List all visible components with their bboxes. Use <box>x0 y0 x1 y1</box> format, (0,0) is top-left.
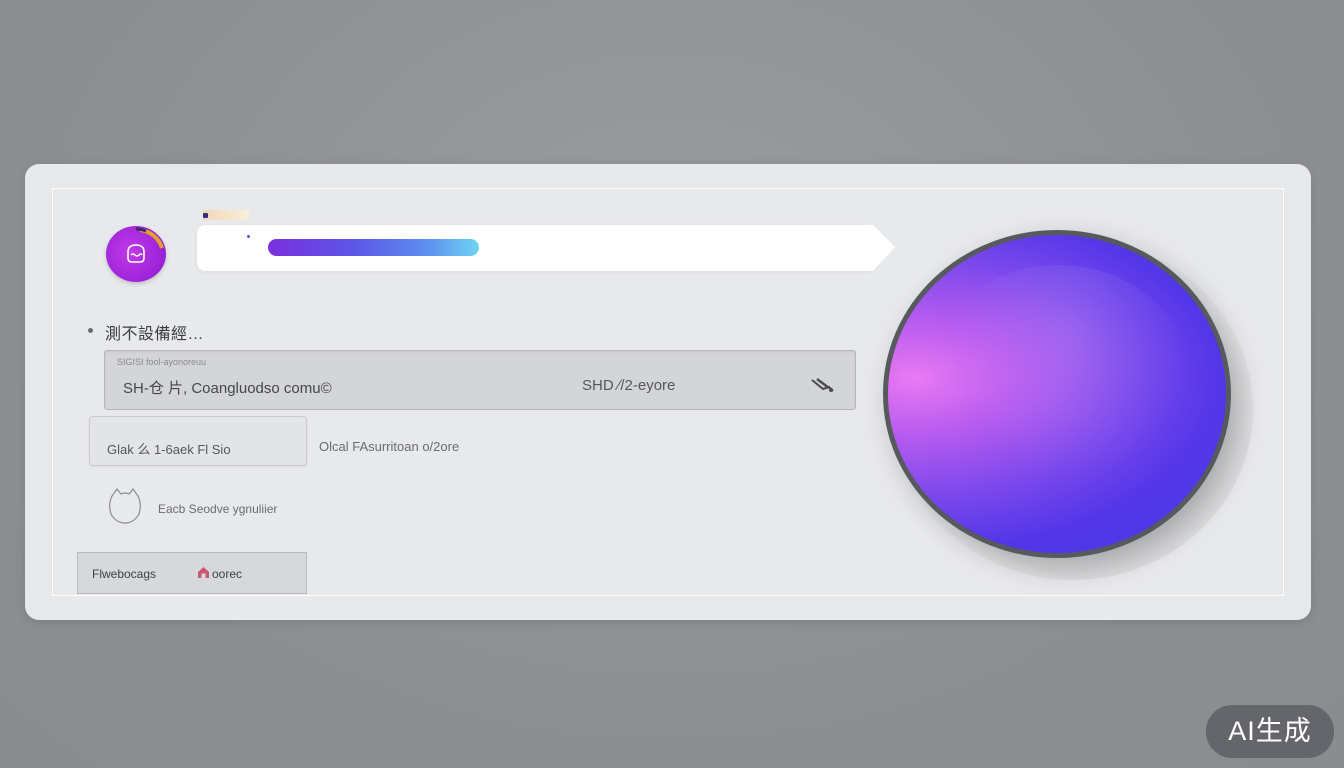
field-value-left: SH-仓 片, Coangluodso comu© <box>123 380 332 397</box>
progress-field-tip <box>869 225 895 271</box>
progress-fill <box>268 239 479 256</box>
progress-dot <box>247 235 250 238</box>
house-icon <box>198 567 209 578</box>
field-small-label: SIGISI fool-ayonoreuu <box>117 357 207 367</box>
device-field[interactable]: SIGISI fool-ayonoreuu SH-仓 片, Coangluods… <box>104 350 856 410</box>
voice-orb[interactable] <box>883 230 1231 558</box>
cat-outline-icon[interactable] <box>106 486 144 526</box>
main-card: 測不設備經… SIGISI fool-ayonoreuu SH-仓 片, Coa… <box>25 164 1311 620</box>
option-label: Eacb Seodve ygnuliier <box>158 502 278 516</box>
pin-tag <box>203 210 249 220</box>
secondary-button[interactable]: Glak 么 1-6aek Fl Sio <box>89 416 307 466</box>
ai-generated-badge: AI生成 <box>1206 705 1334 758</box>
section-title: 測不設備經… <box>105 326 205 343</box>
bottom-button-label: Flwebocags <box>92 567 157 581</box>
avatar[interactable] <box>106 226 166 282</box>
secondary-button-label: Glak 么 1-6aek Fl Sio <box>107 442 231 457</box>
bottom-button[interactable]: Flwebocags oorec <box>77 552 307 594</box>
secondary-note: Olcal FAsurritoan o/2ore <box>319 439 460 454</box>
field-value-right: SHD ∕/2-eyore <box>582 377 676 394</box>
bottom-button-label-secondary: oorec <box>212 567 243 581</box>
pen-icon[interactable] <box>809 375 837 395</box>
orb-sheen <box>918 265 1198 525</box>
section-bullet <box>88 328 93 333</box>
progress-field <box>197 225 869 271</box>
progress-bar <box>268 239 644 256</box>
assistant-face-icon <box>127 227 164 263</box>
